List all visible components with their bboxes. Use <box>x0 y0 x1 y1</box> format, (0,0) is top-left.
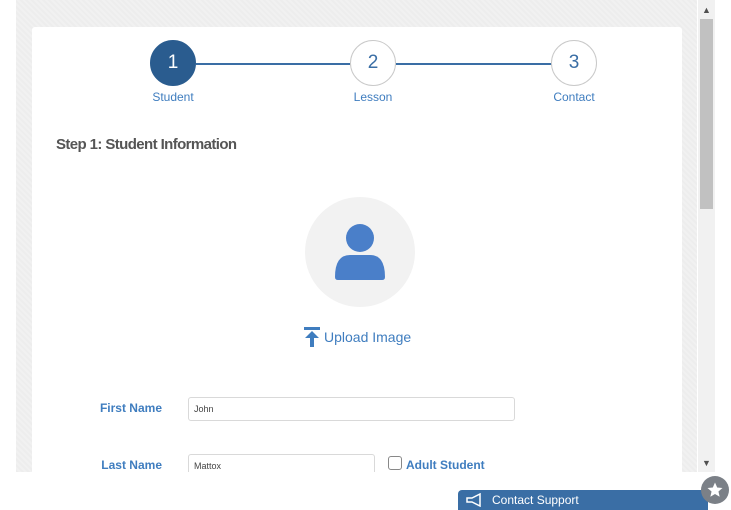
user-icon <box>335 224 385 280</box>
first-name-label: First Name <box>99 401 162 415</box>
avatar-placeholder[interactable] <box>305 197 415 307</box>
contact-support-label: Contact Support <box>492 493 579 507</box>
step-connector-2 <box>396 63 552 65</box>
upload-image-button[interactable]: Upload Image <box>304 327 411 347</box>
step-2-label: Lesson <box>353 90 393 104</box>
upload-icon <box>304 327 320 347</box>
step-3-circle[interactable]: 3 <box>551 40 597 86</box>
scroll-down-icon[interactable]: ▼ <box>698 455 715 472</box>
last-name-field[interactable] <box>188 454 375 472</box>
vertical-scrollbar[interactable]: ▲ ▼ <box>698 0 715 472</box>
megaphone-icon <box>466 493 481 507</box>
step-2-circle[interactable]: 2 <box>350 40 396 86</box>
scroll-thumb[interactable] <box>700 19 713 209</box>
step-3-label: Contact <box>553 90 595 104</box>
step-connector-1 <box>196 63 350 65</box>
section-title: Step 1: Student Information <box>56 136 237 153</box>
scroll-up-icon[interactable]: ▲ <box>698 2 715 19</box>
step-1-circle[interactable]: 1 <box>150 40 196 86</box>
adult-student-label[interactable]: Adult Student <box>406 458 485 472</box>
step-1-label: Student <box>152 90 194 104</box>
page-frame: 1 2 3 Student Lesson Contact Step 1: Stu… <box>16 0 697 472</box>
upload-image-label: Upload Image <box>324 329 412 345</box>
last-name-label: Last Name <box>101 458 162 472</box>
favorite-button[interactable] <box>701 476 729 504</box>
contact-support-tab[interactable]: Contact Support <box>458 490 708 510</box>
adult-student-checkbox[interactable] <box>388 456 402 470</box>
student-form-card: 1 2 3 Student Lesson Contact Step 1: Stu… <box>32 27 682 472</box>
star-icon <box>707 482 723 497</box>
first-name-field[interactable] <box>188 397 515 421</box>
